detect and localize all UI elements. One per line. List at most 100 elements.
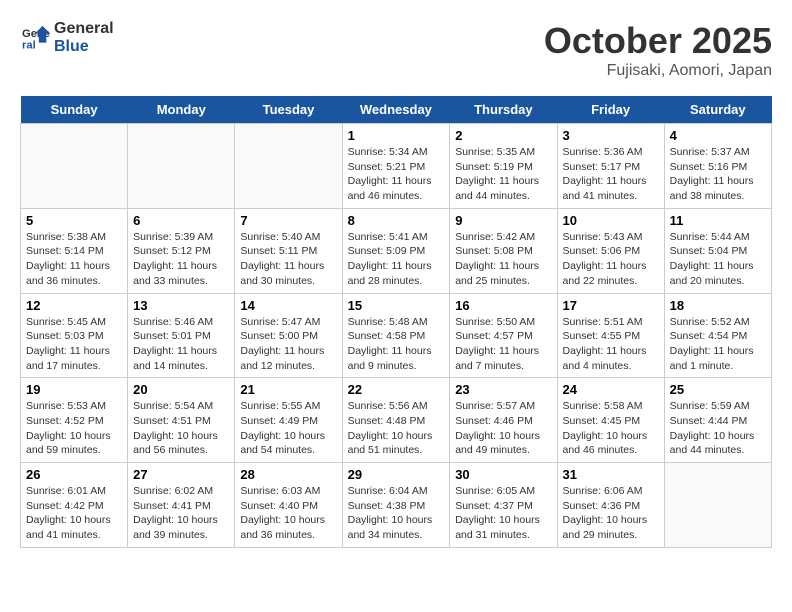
day-number: 1 (348, 128, 445, 143)
day-number: 6 (133, 213, 229, 228)
cell-content: Sunrise: 6:01 AMSunset: 4:42 PMDaylight:… (26, 484, 122, 543)
calendar-cell: 29 Sunrise: 6:04 AMSunset: 4:38 PMDayligh… (342, 463, 450, 548)
calendar-cell: 22 Sunrise: 5:56 AMSunset: 4:48 PMDayligh… (342, 378, 450, 463)
logo-general: General (54, 20, 114, 37)
week-row-2: 5Sunrise: 5:38 AMSunset: 5:14 PMDaylight… (21, 208, 772, 293)
calendar-cell: 5Sunrise: 5:38 AMSunset: 5:14 PMDaylight… (21, 208, 128, 293)
calendar-cell: 10Sunrise: 5:43 AMSunset: 5:06 PMDayligh… (557, 208, 664, 293)
calendar-cell: 19 Sunrise: 5:53 AMSunset: 4:52 PMDayligh… (21, 378, 128, 463)
calendar-cell: 1 Sunrise: 5:34 AMSunset: 5:21 PMDaylight… (342, 124, 450, 209)
calendar-cell: 26Sunrise: 6:01 AMSunset: 4:42 PMDayligh… (21, 463, 128, 548)
day-number: 30 (455, 467, 551, 482)
calendar-cell: 13 Sunrise: 5:46 AMSunset: 5:01 PMDayligh… (128, 293, 235, 378)
day-number: 15 (348, 298, 445, 313)
cell-content: Sunrise: 5:51 AMSunset: 4:55 PMDaylight:… (563, 315, 659, 374)
cell-content: Sunrise: 5:34 AMSunset: 5:21 PMDaylight:… (348, 145, 445, 204)
calendar-cell: 16Sunrise: 5:50 AMSunset: 4:57 PMDayligh… (450, 293, 557, 378)
day-number: 3 (563, 128, 659, 143)
day-number: 16 (455, 298, 551, 313)
day-number: 9 (455, 213, 551, 228)
header-wednesday: Wednesday (342, 96, 450, 124)
day-number: 14 (240, 298, 336, 313)
month-title: October 2025 (544, 20, 772, 62)
day-number: 31 (563, 467, 659, 482)
cell-content: Sunrise: 5:56 AMSunset: 4:48 PMDaylight:… (348, 399, 445, 458)
cell-content: Sunrise: 5:39 AMSunset: 5:12 PMDaylight:… (133, 230, 229, 289)
calendar-cell (21, 124, 128, 209)
day-number: 17 (563, 298, 659, 313)
cell-content: Sunrise: 6:05 AMSunset: 4:37 PMDaylight:… (455, 484, 551, 543)
calendar-cell: 12 Sunrise: 5:45 AMSunset: 5:03 PMDayligh… (21, 293, 128, 378)
day-number: 27 (133, 467, 229, 482)
header-sunday: Sunday (21, 96, 128, 124)
header-saturday: Saturday (664, 96, 771, 124)
day-number: 24 (563, 382, 659, 397)
cell-content: Sunrise: 5:59 AMSunset: 4:44 PMDaylight:… (670, 399, 766, 458)
cell-content: Sunrise: 5:38 AMSunset: 5:14 PMDaylight:… (26, 230, 122, 289)
week-row-5: 26Sunrise: 6:01 AMSunset: 4:42 PMDayligh… (21, 463, 772, 548)
cell-content: Sunrise: 5:35 AMSunset: 5:19 PMDaylight:… (455, 145, 551, 204)
header-row: SundayMondayTuesdayWednesdayThursdayFrid… (21, 96, 772, 124)
cell-content: Sunrise: 5:58 AMSunset: 4:45 PMDaylight:… (563, 399, 659, 458)
day-number: 2 (455, 128, 551, 143)
day-number: 20 (133, 382, 229, 397)
calendar-cell: 27 Sunrise: 6:02 AMSunset: 4:41 PMDayligh… (128, 463, 235, 548)
cell-content: Sunrise: 5:53 AMSunset: 4:52 PMDaylight:… (26, 399, 122, 458)
cell-content: Sunrise: 5:55 AMSunset: 4:49 PMDaylight:… (240, 399, 336, 458)
day-number: 21 (240, 382, 336, 397)
cell-content: Sunrise: 5:57 AMSunset: 4:46 PMDaylight:… (455, 399, 551, 458)
svg-text:ral: ral (22, 39, 36, 51)
header-tuesday: Tuesday (235, 96, 342, 124)
cell-content: Sunrise: 5:36 AMSunset: 5:17 PMDaylight:… (563, 145, 659, 204)
cell-content: Sunrise: 5:42 AMSunset: 5:08 PMDaylight:… (455, 230, 551, 289)
calendar-cell: 9 Sunrise: 5:42 AMSunset: 5:08 PMDaylight… (450, 208, 557, 293)
cell-content: Sunrise: 6:02 AMSunset: 4:41 PMDaylight:… (133, 484, 229, 543)
calendar-cell: 24 Sunrise: 5:58 AMSunset: 4:45 PMDayligh… (557, 378, 664, 463)
logo-icon: Gene ral (22, 24, 50, 52)
calendar-cell: 6 Sunrise: 5:39 AMSunset: 5:12 PMDaylight… (128, 208, 235, 293)
calendar-cell: 23 Sunrise: 5:57 AMSunset: 4:46 PMDayligh… (450, 378, 557, 463)
calendar-cell (128, 124, 235, 209)
day-number: 7 (240, 213, 336, 228)
calendar-cell: 18Sunrise: 5:52 AMSunset: 4:54 PMDayligh… (664, 293, 771, 378)
calendar-cell: 2 Sunrise: 5:35 AMSunset: 5:19 PMDaylight… (450, 124, 557, 209)
day-number: 23 (455, 382, 551, 397)
day-number: 22 (348, 382, 445, 397)
day-number: 28 (240, 467, 336, 482)
calendar-cell: 30 Sunrise: 6:05 AMSunset: 4:37 PMDayligh… (450, 463, 557, 548)
calendar-cell: 4 Sunrise: 5:37 AMSunset: 5:16 PMDaylight… (664, 124, 771, 209)
cell-content: Sunrise: 5:48 AMSunset: 4:58 PMDaylight:… (348, 315, 445, 374)
calendar-table: SundayMondayTuesdayWednesdayThursdayFrid… (20, 96, 772, 548)
calendar-cell: 21 Sunrise: 5:55 AMSunset: 4:49 PMDayligh… (235, 378, 342, 463)
calendar-cell: 3 Sunrise: 5:36 AMSunset: 5:17 PMDaylight… (557, 124, 664, 209)
calendar-cell: 15 Sunrise: 5:48 AMSunset: 4:58 PMDayligh… (342, 293, 450, 378)
calendar-cell: 14 Sunrise: 5:47 AMSunset: 5:00 PMDayligh… (235, 293, 342, 378)
cell-content: Sunrise: 5:46 AMSunset: 5:01 PMDaylight:… (133, 315, 229, 374)
day-number: 29 (348, 467, 445, 482)
cell-content: Sunrise: 5:37 AMSunset: 5:16 PMDaylight:… (670, 145, 766, 204)
calendar-cell: 8Sunrise: 5:41 AMSunset: 5:09 PMDaylight… (342, 208, 450, 293)
cell-content: Sunrise: 5:45 AMSunset: 5:03 PMDaylight:… (26, 315, 122, 374)
logo: Gene ral General Blue (20, 20, 114, 56)
header-monday: Monday (128, 96, 235, 124)
calendar-cell (664, 463, 771, 548)
location-subtitle: Fujisaki, Aomori, Japan (544, 62, 772, 80)
cell-content: Sunrise: 5:54 AMSunset: 4:51 PMDaylight:… (133, 399, 229, 458)
day-number: 4 (670, 128, 766, 143)
calendar-cell: 17 Sunrise: 5:51 AMSunset: 4:55 PMDayligh… (557, 293, 664, 378)
cell-content: Sunrise: 5:44 AMSunset: 5:04 PMDaylight:… (670, 230, 766, 289)
day-number: 12 (26, 298, 122, 313)
cell-content: Sunrise: 5:52 AMSunset: 4:54 PMDaylight:… (670, 315, 766, 374)
cell-content: Sunrise: 6:03 AMSunset: 4:40 PMDaylight:… (240, 484, 336, 543)
calendar-cell (235, 124, 342, 209)
day-number: 10 (563, 213, 659, 228)
calendar-cell: 20 Sunrise: 5:54 AMSunset: 4:51 PMDayligh… (128, 378, 235, 463)
day-number: 25 (670, 382, 766, 397)
day-number: 19 (26, 382, 122, 397)
cell-content: Sunrise: 6:04 AMSunset: 4:38 PMDaylight:… (348, 484, 445, 543)
week-row-4: 19 Sunrise: 5:53 AMSunset: 4:52 PMDayligh… (21, 378, 772, 463)
cell-content: Sunrise: 5:47 AMSunset: 5:00 PMDaylight:… (240, 315, 336, 374)
cell-content: Sunrise: 5:40 AMSunset: 5:11 PMDaylight:… (240, 230, 336, 289)
week-row-3: 12 Sunrise: 5:45 AMSunset: 5:03 PMDayligh… (21, 293, 772, 378)
day-number: 13 (133, 298, 229, 313)
